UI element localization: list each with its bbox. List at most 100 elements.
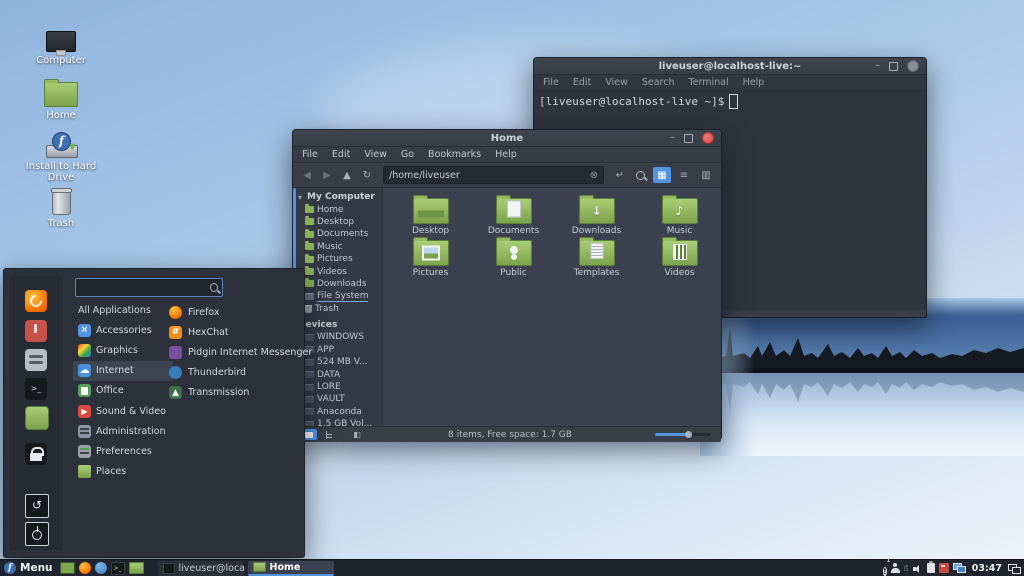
fm-file-area[interactable]: Desktop Documents ↓ Downloads ♪ Music Pi… — [383, 188, 721, 426]
desktop-icon-trash[interactable]: Trash — [18, 185, 104, 229]
menu-help[interactable]: Help — [495, 149, 517, 160]
clock[interactable]: 03:47 — [972, 563, 1002, 574]
category-accessories[interactable]: × Accessories — [73, 320, 173, 340]
sidebar-item-home[interactable]: Home — [293, 203, 382, 215]
tree-pane-button[interactable] — [321, 429, 337, 440]
app-hexchat[interactable]: # HexChat — [169, 322, 301, 342]
compact-view-button[interactable]: ▥ — [697, 167, 715, 183]
minimize-icon[interactable]: – — [875, 61, 880, 71]
show-desktop-icon[interactable] — [59, 562, 75, 574]
logout-icon[interactable]: ↺ — [25, 494, 49, 518]
slider-handle[interactable] — [685, 431, 692, 438]
search-icon[interactable] — [636, 170, 645, 180]
terminal-icon[interactable]: >_ — [25, 378, 47, 400]
lock-screen-icon[interactable] — [25, 443, 47, 465]
category-graphics[interactable]: Graphics — [73, 340, 173, 360]
sidebar-item-file-system[interactable]: File System — [293, 290, 382, 302]
fm-titlebar[interactable]: Home – — [293, 130, 721, 147]
menu-terminal[interactable]: Terminal — [689, 77, 729, 88]
side-pane-toggle-button[interactable]: ◧ — [349, 429, 365, 440]
thunderbird-launcher-icon[interactable] — [94, 562, 107, 574]
file-manager-icon[interactable] — [25, 406, 49, 430]
package-manager-icon[interactable] — [25, 320, 47, 342]
close-icon[interactable] — [702, 132, 714, 144]
icon-view-button[interactable]: ▦ — [653, 167, 671, 183]
list-view-button[interactable]: ≡ — [675, 167, 693, 183]
desktop-icon-home[interactable]: Home — [18, 77, 104, 121]
file-documents[interactable]: Documents — [472, 195, 555, 240]
fedora-menu-icon[interactable]: f — [4, 562, 16, 574]
sidebar-item-downloads[interactable]: Downloads — [293, 278, 382, 290]
back-icon[interactable]: ◀ — [299, 170, 315, 181]
sidebar-scrollbar[interactable] — [293, 188, 296, 272]
category-internet[interactable]: ☁ Internet — [73, 360, 173, 381]
category-preferences[interactable]: Preferences — [73, 441, 173, 461]
sidebar-item-pictures[interactable]: Pictures — [293, 253, 382, 265]
category-sound-video[interactable]: ▶ Sound & Video — [73, 401, 173, 421]
minimize-icon[interactable]: – — [670, 133, 675, 143]
sidebar-item-music[interactable]: Music — [293, 241, 382, 253]
refresh-icon[interactable]: ↻ — [359, 170, 375, 181]
file-templates[interactable]: Templates — [555, 237, 638, 282]
category-administration[interactable]: Administration — [73, 421, 173, 441]
up-icon[interactable]: ▲ — [339, 170, 355, 181]
menu-edit[interactable]: Edit — [332, 149, 350, 160]
menu-help[interactable]: Help — [743, 77, 765, 88]
firefox-icon[interactable] — [25, 290, 47, 312]
user-icon[interactable] — [890, 563, 900, 573]
clear-icon[interactable]: ⊗ — [590, 170, 598, 181]
menu-file[interactable]: File — [543, 77, 559, 88]
shutdown-icon[interactable] — [25, 522, 49, 546]
desktop-icon-computer[interactable]: Computer — [18, 22, 104, 66]
volume-icon[interactable] — [912, 564, 923, 573]
settings-icon[interactable] — [25, 349, 47, 371]
sidebar-device-vault[interactable]: VAULT — [293, 393, 382, 405]
menu-bookmarks[interactable]: Bookmarks — [428, 149, 481, 160]
menu-view[interactable]: View — [364, 149, 387, 160]
sidebar-device-windows[interactable]: WINDOWS — [293, 331, 382, 343]
sidebar-item-desktop[interactable]: Desktop — [293, 216, 382, 228]
menu-view[interactable]: View — [605, 77, 628, 88]
maximize-icon[interactable] — [889, 61, 898, 71]
task-home[interactable]: Home — [247, 560, 334, 576]
desktop-icon-install[interactable]: f ▾ Install to Hard Drive — [18, 128, 104, 183]
firefox-launcher-icon[interactable] — [78, 562, 91, 574]
terminal-titlebar[interactable]: liveuser@localhost-live:~ – — [534, 58, 926, 75]
file-videos[interactable]: Videos — [638, 237, 721, 282]
sidebar-item-trash[interactable]: Trash — [293, 303, 382, 315]
network-icon[interactable] — [952, 563, 966, 573]
sidebar-device-data[interactable]: DATA — [293, 368, 382, 380]
close-icon[interactable] — [907, 60, 919, 72]
sidebar-device-lore[interactable]: LORE — [293, 381, 382, 393]
menu-edit[interactable]: Edit — [573, 77, 591, 88]
menu-search[interactable]: Search — [642, 77, 675, 88]
app-pidgin[interactable]: Pidgin Internet Messenger — [169, 342, 312, 362]
alert-applet-icon[interactable] — [938, 563, 949, 573]
path-bar[interactable]: /home/liveuser ⊗ — [383, 166, 604, 184]
category-office[interactable]: Office — [73, 381, 173, 401]
menu-button[interactable]: Menu — [20, 562, 53, 574]
sidebar-device-anaconda[interactable]: Anaconda — [293, 406, 382, 418]
task-terminal[interactable]: liveuser@localh... — [157, 560, 244, 576]
category-all-applications[interactable]: All Applications — [73, 300, 173, 320]
go-icon[interactable]: ↵ — [612, 170, 628, 181]
forward-icon[interactable]: ▶ — [319, 170, 335, 181]
sidebar-item-documents[interactable]: Documents — [293, 228, 382, 240]
app-transmission[interactable]: ▲ Transmission — [169, 383, 301, 403]
menu-search-box[interactable] — [75, 278, 223, 297]
file-music[interactable]: ♪ Music — [638, 195, 721, 240]
sidebar-device-15gb[interactable]: 1.5 GB Vol... — [293, 418, 382, 426]
sidebar-item-videos[interactable]: Videos — [293, 265, 382, 277]
display-pager-icon[interactable] — [1008, 563, 1021, 574]
maximize-icon[interactable] — [684, 133, 693, 143]
sidebar-header-my-computer[interactable]: ▾ My Computer — [293, 191, 382, 203]
bluetooth-icon[interactable]: ß — [904, 564, 909, 573]
terminal-launcher-icon[interactable]: >_ — [110, 561, 125, 575]
menu-search-input[interactable] — [76, 282, 206, 293]
category-places[interactable]: Places — [73, 462, 173, 482]
clipboard-icon[interactable] — [926, 561, 935, 573]
notification-icon[interactable]: ! 1 — [883, 556, 891, 576]
app-firefox[interactable]: Firefox — [169, 302, 301, 322]
file-desktop[interactable]: Desktop — [389, 195, 472, 240]
menu-file[interactable]: File — [302, 149, 318, 160]
